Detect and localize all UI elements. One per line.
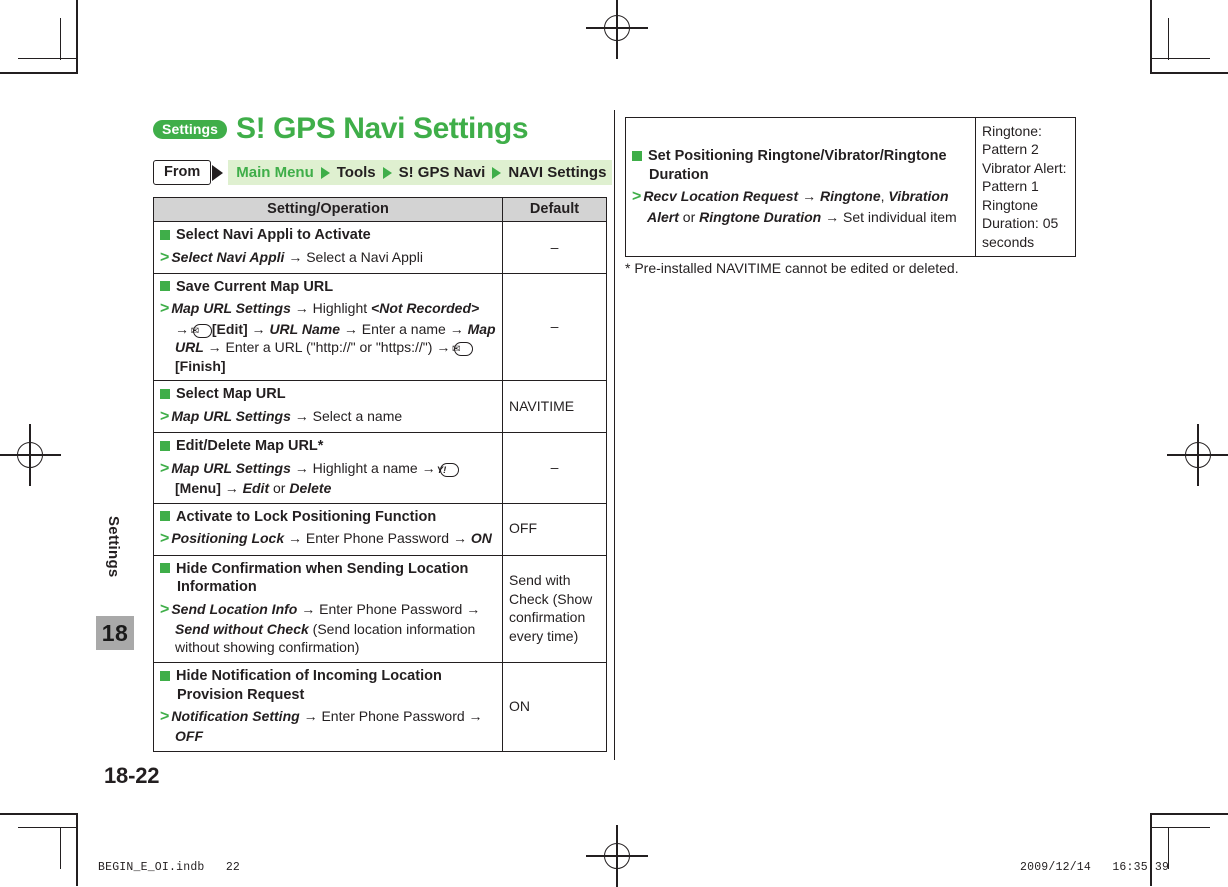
settings-table-right: Set Positioning Ringtone/Vibrator/Ringto…: [625, 116, 1076, 258]
green-square-icon: [160, 388, 170, 399]
breadcrumb: From Main Menu Tools S! GPS Navi NAVI Setti…: [153, 160, 613, 185]
page-title-row: Settings S! GPS Navi Settings: [153, 112, 529, 145]
default-value-cell: –: [502, 221, 607, 274]
green-square-icon: [160, 563, 170, 573]
default-value-cell: NAVITIME: [502, 380, 607, 434]
table-row: Select Navi Appli to Activate > Select Nav…: [153, 221, 607, 274]
setting-operation-cell: Activate to Lock Positioning Function > Po…: [153, 502, 503, 556]
page-number: 18-22: [104, 763, 160, 788]
setting-heading: Activate to Lock Positioning Function: [160, 508, 496, 527]
default-value-cell: –: [502, 272, 607, 382]
operation-steps: > Notification Setting → Enter Phone Pass…: [160, 708, 483, 745]
operation-steps: > Positioning Lock → Enter Phone Password…: [160, 530, 492, 548]
footer-timestamp: 2009/12/14 16:35:39: [1020, 861, 1170, 874]
default-value-cell: –: [502, 432, 607, 504]
chapter-tab-number: 18: [96, 616, 134, 650]
table-row: Select Map URL > Map URL Settings → Select…: [153, 380, 607, 434]
operation-steps: > Select Navi Appli → Select a Navi Appli: [160, 248, 423, 266]
setting-heading: Select Navi Appli to Activate: [160, 226, 496, 245]
column-header-default: Default: [502, 197, 607, 222]
default-value-cell: Send with Check (Show confirmation every…: [502, 554, 607, 664]
setting-heading: Set Positioning Ringtone/Vibrator/Ringto…: [632, 147, 969, 184]
default-value-cell: Ringtone: Pattern 2 Vibrator Alert: Patt…: [975, 116, 1076, 258]
table-row: Activate to Lock Positioning Function > Po…: [153, 502, 607, 556]
setting-operation-cell: Select Map URL > Map URL Settings → Select…: [153, 380, 503, 434]
default-value-cell: ON: [502, 662, 607, 753]
table-row: Save Current Map URL > Map URL Settings → …: [153, 272, 607, 382]
column-header-operation: Setting/Operation: [153, 197, 503, 222]
breadcrumb-separator-icon: [382, 166, 392, 179]
category-badge: Settings: [153, 119, 228, 139]
operation-steps: > Map URL Settings → Highlight <Not Recor…: [160, 300, 496, 374]
breadcrumb-arrow-icon: [212, 164, 224, 181]
setting-heading: Hide Confirmation when Sending Location …: [160, 560, 496, 597]
manual-page: Settings 18 Settings S! GPS Navi Setting…: [0, 0, 1228, 886]
chapter-tab-label: Settings: [105, 516, 122, 578]
green-square-icon: [160, 440, 170, 451]
operation-steps: > Map URL Settings → Highlight a name → Y…: [160, 458, 496, 498]
table-header-row: Setting/Operation Default: [153, 197, 607, 222]
operation-steps: > Recv Location Request → Ringtone, Vibra…: [632, 188, 957, 225]
table-row: Edit/Delete Map URL* > Map URL Settings → …: [153, 432, 607, 504]
footnote: * Pre-installed NAVITIME cannot be edite…: [625, 260, 959, 276]
settings-table-left: Setting/Operation Default Select Navi Ap…: [153, 197, 607, 753]
table-row: Set Positioning Ringtone/Vibrator/Ringto…: [625, 116, 1076, 258]
table-row: Hide Confirmation when Sending Location …: [153, 554, 607, 664]
setting-heading: Select Map URL: [160, 385, 496, 404]
setting-operation-cell: Save Current Map URL > Map URL Settings → …: [153, 272, 503, 382]
footer-filename: BEGIN_E_OI.indb 22: [98, 861, 241, 874]
green-square-icon: [160, 281, 170, 292]
setting-operation-cell: Hide Confirmation when Sending Location …: [153, 554, 503, 664]
table-row: Hide Notification of Incoming Location P…: [153, 662, 607, 753]
setting-heading: Edit/Delete Map URL*: [160, 437, 496, 456]
breadcrumb-item[interactable]: S! GPS Navi: [399, 165, 486, 180]
operation-steps: > Send Location Info → Enter Phone Passwo…: [160, 600, 481, 656]
setting-operation-cell: Set Positioning Ringtone/Vibrator/Ringto…: [625, 116, 976, 258]
breadcrumb-from-label: From: [153, 160, 212, 185]
setting-operation-cell: Edit/Delete Map URL* > Map URL Settings → …: [153, 432, 503, 504]
page-title: S! GPS Navi Settings: [236, 112, 529, 145]
setting-heading: Hide Notification of Incoming Location P…: [160, 667, 496, 704]
default-value-cell: OFF: [502, 502, 607, 556]
setting-operation-cell: Select Navi Appli to Activate > Select Nav…: [153, 221, 503, 274]
green-square-icon: [632, 150, 642, 161]
breadcrumb-item[interactable]: Main Menu: [236, 165, 314, 180]
breadcrumb-separator-icon: [492, 166, 502, 179]
operation-steps: > Map URL Settings → Select a name: [160, 408, 403, 425]
breadcrumb-item[interactable]: Tools: [337, 165, 376, 180]
breadcrumb-item[interactable]: NAVI Settings: [508, 165, 606, 180]
column-divider: [614, 110, 616, 760]
setting-heading: Save Current Map URL: [160, 278, 496, 297]
breadcrumb-path: Main Menu Tools S! GPS Navi NAVI Settings: [228, 160, 613, 185]
setting-operation-cell: Hide Notification of Incoming Location P…: [153, 662, 503, 753]
breadcrumb-separator-icon: [320, 166, 330, 179]
green-square-icon: [160, 670, 170, 681]
green-square-icon: [160, 229, 170, 240]
green-square-icon: [160, 511, 170, 522]
